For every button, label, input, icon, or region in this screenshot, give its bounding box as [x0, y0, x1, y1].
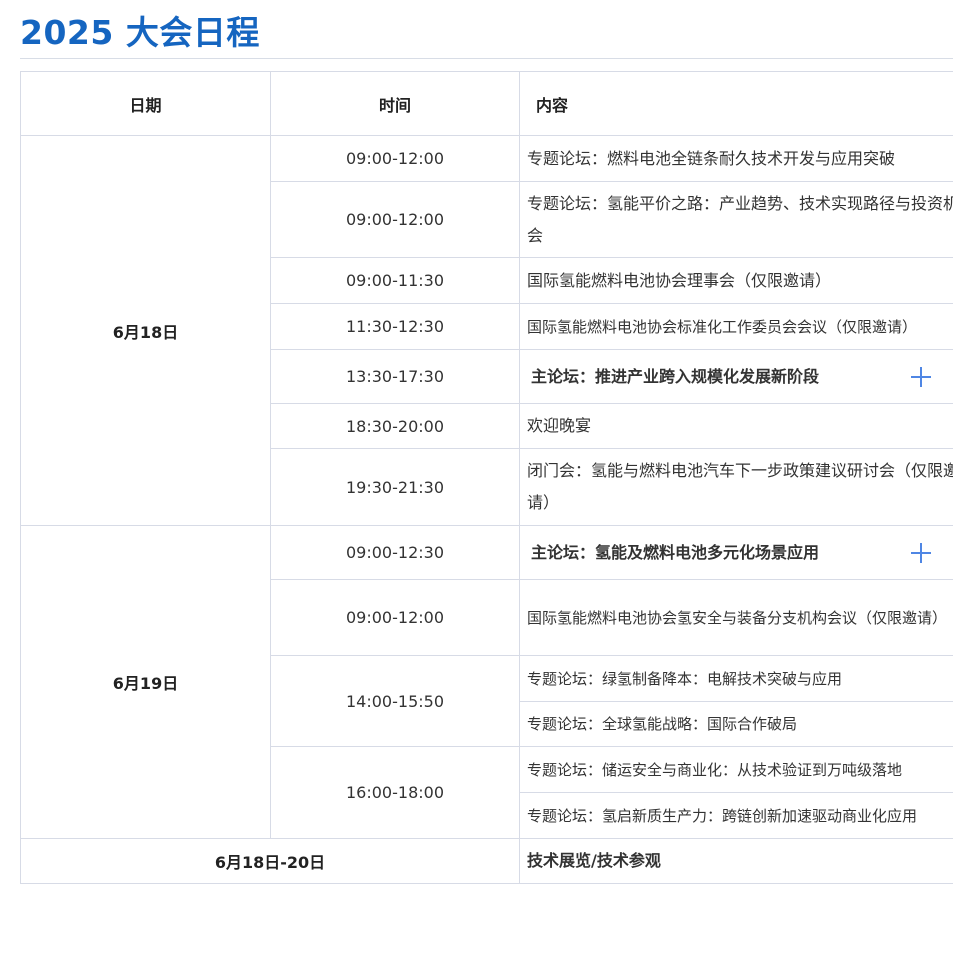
main-forum-label: 主论坛：氢能及燃料电池多元化场景应用 — [531, 542, 820, 562]
time-cell: 14:00-15:50 — [270, 655, 520, 747]
main-forum-day2[interactable]: 主论坛：氢能及燃料电池多元化场景应用 — [519, 525, 953, 580]
time-cell: 16:00-18:00 — [270, 746, 520, 839]
time-cell: 18:30-20:00 — [270, 403, 520, 449]
plus-icon[interactable] — [911, 366, 931, 387]
date-cell-day2: 6月19日 — [20, 525, 271, 839]
time-cell: 09:00-12:00 — [270, 135, 520, 182]
time-cell: 09:00-12:00 — [270, 579, 520, 656]
header-time: 时间 — [270, 71, 520, 136]
main-forum-label: 主论坛：推进产业跨入规模化发展新阶段 — [531, 366, 820, 386]
content-cell: 专题论坛：氢能平价之路：产业趋势、技术实现路径与投资机会 — [519, 181, 953, 258]
table-row: 6月18日 09:00-12:00 专题论坛：燃料电池全链条耐久技术开发与应用突… — [20, 135, 953, 526]
page-title: 2025 大会日程 — [20, 13, 260, 52]
content-cell: 专题论坛：全球氢能战略：国际合作破局 — [519, 701, 953, 747]
plus-icon[interactable] — [911, 542, 931, 563]
time-cell: 13:30-17:30 — [270, 349, 520, 404]
title-divider — [20, 58, 953, 59]
content-cell: 闭门会：氢能与燃料电池汽车下一步政策建议研讨会（仅限邀请） — [519, 448, 953, 526]
time-cell: 11:30-12:30 — [270, 303, 520, 350]
header-date: 日期 — [20, 71, 271, 136]
time-cell: 09:00-12:30 — [270, 525, 520, 580]
content-cell: 国际氢能燃料电池协会氢安全与装备分支机构会议（仅限邀请） — [519, 579, 953, 656]
content-cell: 专题论坛：氢启新质生产力：跨链创新加速驱动商业化应用 — [519, 792, 953, 839]
table-row: 6月19日 09:00-12:30 主论坛：氢能及燃料电池多元化场景应用 — [20, 525, 953, 839]
date-cell-day1: 6月18日 — [20, 135, 271, 526]
table-row: 6月18日-20日 技术展览/技术参观 — [20, 838, 953, 884]
exhibition-dates: 6月18日-20日 — [20, 838, 520, 884]
table-header-row: 日期 时间 内容 — [20, 71, 953, 136]
content-cell: 欢迎晚宴 — [519, 403, 953, 449]
exhibition-content: 技术展览/技术参观 — [519, 838, 953, 884]
content-cell: 专题论坛：储运安全与商业化：从技术验证到万吨级落地 — [519, 746, 953, 793]
main-forum-day1[interactable]: 主论坛：推进产业跨入规模化发展新阶段 — [519, 349, 953, 404]
content-cell: 国际氢能燃料电池协会理事会（仅限邀请） — [519, 257, 953, 304]
content-cell: 国际氢能燃料电池协会标准化工作委员会会议（仅限邀请） — [519, 303, 953, 350]
content-cell: 专题论坛：燃料电池全链条耐久技术开发与应用突破 — [519, 135, 953, 182]
time-cell: 09:00-11:30 — [270, 257, 520, 304]
schedule-table: 日期 时间 内容 6月18日 09:00-12:00 专题论坛：燃料电池全链条耐… — [20, 71, 953, 884]
header-content: 内容 — [519, 71, 953, 136]
time-cell: 19:30-21:30 — [270, 448, 520, 526]
content-cell: 专题论坛：绿氢制备降本：电解技术突破与应用 — [519, 655, 953, 702]
time-cell: 09:00-12:00 — [270, 181, 520, 258]
